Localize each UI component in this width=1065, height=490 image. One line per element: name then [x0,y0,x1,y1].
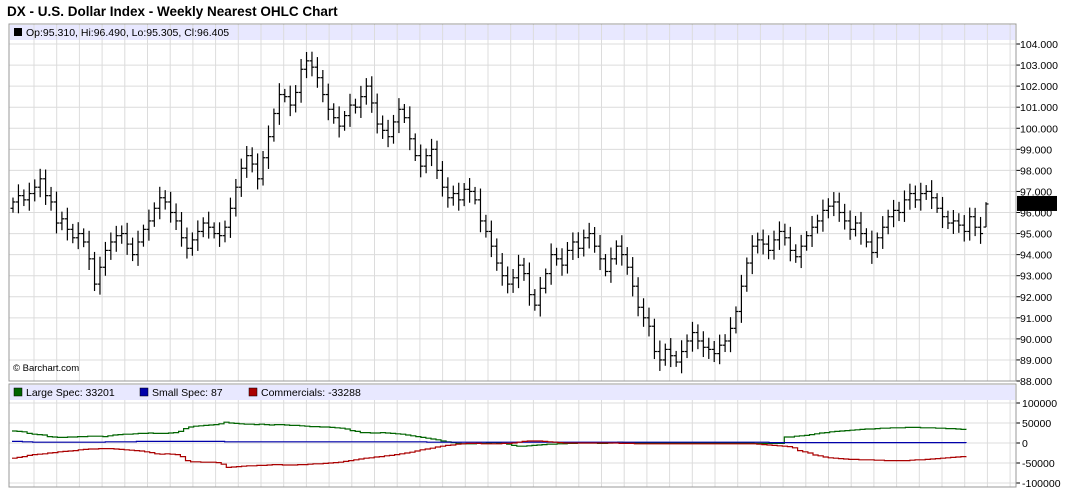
price-y-tick-label: 92.000 [1020,292,1052,304]
barchart-credit: © Barchart.com [13,363,79,374]
price-y-tick-label: 95.000 [1020,229,1052,241]
legend-entry: Commercials: -33288 [261,387,361,399]
price-y-tick-label: 88.000 [1020,376,1052,388]
last-price-label: 96.405 [1020,198,1052,210]
cot-y-tick-label: 0 [1022,438,1028,450]
price-y-tick-label: 91.000 [1020,313,1052,325]
price-panel: Op:95.310, Hi:96.490, Lo:95.305, Cl:96.4… [8,23,1058,388]
cot-y-tick-label: 100000 [1022,398,1057,410]
price-y-tick-label: 101.000 [1020,102,1058,114]
price-y-tick-label: 93.000 [1020,271,1052,283]
price-y-tick-label: 100.000 [1020,123,1058,135]
price-y-tick-label: 94.000 [1020,250,1052,262]
info-square-icon [14,28,22,36]
cot-y-tick-label: -100000 [1022,478,1061,490]
legend-entry: Large Spec: 33201 [26,387,115,399]
legend-entry: Small Spec: 87 [152,387,223,399]
chart-canvas: Op:95.310, Hi:96.490, Lo:95.305, Cl:96.4… [8,23,1061,490]
price-y-tick-label: 98.000 [1020,165,1052,177]
legend-swatch-icon [139,387,149,397]
price-y-tick-label: 90.000 [1020,334,1052,346]
price-y-tick-label: 103.000 [1020,60,1058,72]
cot-legend: Large Spec: 33201 Small Spec: 87 Commercia… [13,387,361,399]
price-y-tick-label: 99.000 [1020,144,1052,156]
cot-panel: Large Spec: 33201 Small Spec: 87 Commercia… [8,383,1061,490]
cot-y-tick-label: 50000 [1022,418,1051,430]
cot-y-axis: 100000 50000 0 -50000 -100000 [1016,398,1061,490]
cot-y-tick-label: -50000 [1022,458,1055,470]
legend-swatch-icon [13,387,23,397]
price-y-tick-label: 102.000 [1020,81,1058,93]
price-y-tick-label: 89.000 [1020,355,1052,367]
price-info-line: Op:95.310, Hi:96.490, Lo:95.305, Cl:96.4… [26,27,229,39]
legend-swatch-icon [248,387,258,397]
price-y-axis: 104.000 103.000 102.000 101.000 100.000 99.00… [1016,39,1058,388]
price-y-tick-label: 104.000 [1020,39,1058,51]
